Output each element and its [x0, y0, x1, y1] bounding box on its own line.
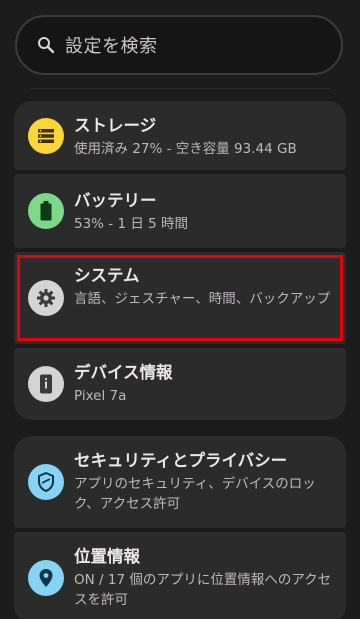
- item-title: セキュリティとプライバシー: [74, 451, 288, 470]
- item-title: 位置情報: [74, 547, 140, 566]
- settings-item-system[interactable]: システム 言語、ジェスチャー、時間、バックアップ: [14, 252, 346, 344]
- battery-icon: [28, 193, 64, 229]
- location-pin-icon: [28, 560, 64, 596]
- settings-item-device-info[interactable]: デバイス情報 Pixel 7a: [14, 348, 346, 420]
- device-info-icon: [28, 366, 64, 402]
- item-summary: アプリのセキュリティ、デバイスのロック、アクセス許可: [74, 476, 316, 512]
- settings-group-1: ストレージ 使用済み 27% - 空き容量 93.44 GB バッテリー 53%…: [14, 101, 346, 420]
- search-placeholder: 設定を検索: [65, 36, 158, 57]
- gear-icon: [28, 280, 64, 316]
- search-bar[interactable]: 設定を検索: [15, 15, 343, 75]
- item-title: システム: [74, 266, 140, 285]
- item-summary: 53% - 1 日 5 時間: [74, 216, 189, 232]
- item-title: バッテリー: [74, 191, 157, 210]
- item-summary: ON / 17 個のアプリに位置情報へのアクセスを許可: [74, 572, 332, 608]
- item-summary: 言語、ジェスチャー、時間、バックアップ: [74, 291, 331, 307]
- settings-item-location[interactable]: 位置情報 ON / 17 個のアプリに位置情報へのアクセスを許可: [14, 532, 346, 619]
- settings-screen: 設定を検索 ストレージ 使用済み 27% - 空き容量 93.44 GB バッテ…: [0, 0, 360, 619]
- item-summary: Pixel 7a: [74, 388, 127, 404]
- search-icon: [37, 36, 55, 54]
- item-title: ストレージ: [74, 116, 157, 135]
- settings-item-battery[interactable]: バッテリー 53% - 1 日 5 時間: [14, 174, 346, 248]
- divider: [30, 88, 330, 89]
- item-summary: 使用済み 27% - 空き容量 93.44 GB: [74, 141, 297, 157]
- settings-item-security-privacy[interactable]: セキュリティとプライバシー アプリのセキュリティ、デバイスのロック、アクセス許可: [14, 436, 346, 528]
- storage-icon: [28, 117, 64, 154]
- security-shield-icon: [28, 464, 64, 500]
- settings-group-2: セキュリティとプライバシー アプリのセキュリティ、デバイスのロック、アクセス許可…: [14, 436, 346, 619]
- item-title: デバイス情報: [74, 363, 173, 382]
- settings-item-storage[interactable]: ストレージ 使用済み 27% - 空き容量 93.44 GB: [14, 101, 346, 170]
